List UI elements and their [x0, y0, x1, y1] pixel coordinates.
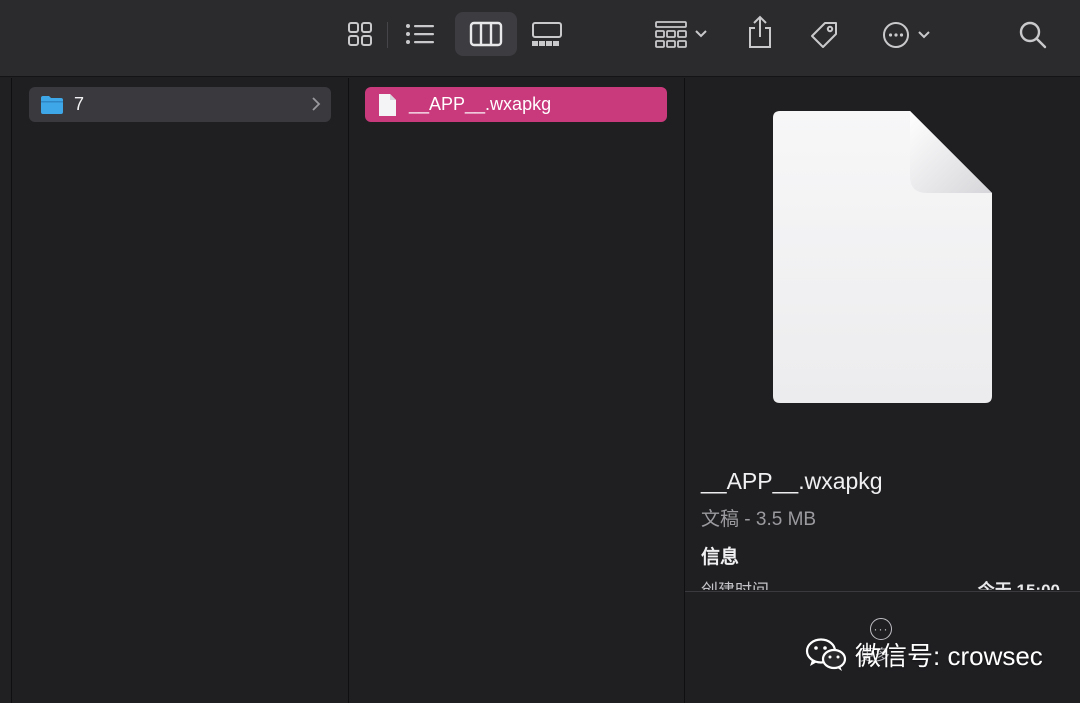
tag-icon: [811, 22, 837, 48]
toolbar-separator: [387, 22, 388, 48]
preview-created-row: 创建时间 今天 15:00: [701, 576, 1060, 590]
group-by-button[interactable]: [648, 17, 714, 51]
tags-button[interactable]: [804, 15, 844, 55]
file-label: __APP__.wxapkg: [409, 94, 552, 114]
more-actions-button[interactable]: [874, 15, 938, 55]
folder-icon: [41, 95, 63, 114]
wechat-watermark: 微信号: crowsec: [805, 636, 1043, 673]
group-icon: [655, 21, 687, 48]
share-icon: [749, 15, 771, 48]
column-view-button[interactable]: [455, 12, 517, 56]
folder-row-7[interactable]: 7: [29, 87, 331, 122]
document-icon: [379, 93, 396, 116]
columns-icon: [469, 21, 503, 47]
chevron-down-icon: [695, 30, 707, 38]
preview-info-title: 信息: [701, 547, 740, 568]
share-button[interactable]: [740, 12, 780, 52]
chevron-down-icon: [918, 31, 930, 39]
created-label: 创建时间: [701, 576, 769, 590]
preview-kind-size: 文稿 - 3.5 MB: [701, 509, 817, 530]
document-preview-icon: [773, 111, 992, 403]
column-edge: [0, 78, 12, 703]
toolbar: [0, 0, 1080, 77]
list-icon: [406, 24, 434, 44]
preview-divider: [685, 591, 1080, 592]
browser-column-1: 7: [13, 78, 349, 703]
wechat-logo-icon: [805, 637, 847, 671]
created-value: 今天 15:00: [978, 576, 1060, 590]
list-view-button[interactable]: [400, 17, 440, 51]
grid-icon: [348, 22, 372, 46]
search-button[interactable]: [1013, 15, 1053, 55]
finder-window: 7 __APP__.wxapkg __APP__.wxapkg 文稿 - 3.5…: [0, 0, 1080, 703]
folder-label: 7: [74, 94, 85, 114]
gallery-view-button[interactable]: [527, 17, 567, 51]
file-row-selected[interactable]: __APP__.wxapkg: [365, 87, 667, 122]
gallery-icon: [532, 22, 562, 46]
browser-column-2: __APP__.wxapkg: [349, 78, 685, 703]
icon-view-button[interactable]: [341, 17, 379, 51]
ellipsis-circle-icon: [883, 22, 909, 48]
preview-file-name: __APP__.wxapkg: [701, 468, 883, 494]
search-icon: [1019, 21, 1047, 49]
preview-pane: __APP__.wxapkg 文稿 - 3.5 MB 信息 创建时间 今天 15…: [685, 78, 1080, 703]
chevron-right-icon: [312, 97, 321, 111]
watermark-text: 微信号: crowsec: [855, 641, 1043, 671]
